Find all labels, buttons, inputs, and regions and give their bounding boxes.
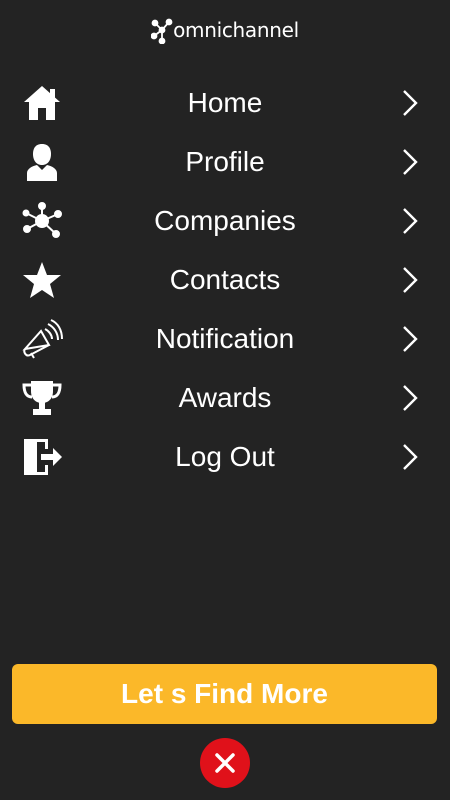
find-more-button[interactable]: Let s Find More	[12, 664, 437, 724]
menu-item-label: Profile	[185, 145, 265, 177]
menu-item-label: Log Out	[175, 440, 275, 472]
chevron-right-icon	[403, 148, 418, 175]
menu-item-logout[interactable]: Log Out	[0, 427, 450, 486]
chevron-right-icon	[403, 443, 418, 470]
menu-item-label: Companies	[154, 204, 296, 236]
menu-item-label: Contacts	[169, 263, 281, 295]
chevron-right-icon	[403, 207, 418, 234]
menu-item-companies[interactable]: Companies	[0, 191, 450, 250]
side-menu-screen: omnichannel Home Profile Companies Conta…	[0, 0, 450, 800]
chevron-right-icon	[403, 266, 418, 293]
network-nodes-icon	[151, 18, 173, 44]
chevron-right-icon	[403, 384, 418, 411]
close-icon	[215, 753, 235, 773]
menu-item-awards[interactable]: Awards	[0, 368, 450, 427]
menu-item-notification[interactable]: Notification	[0, 309, 450, 368]
logo-text: omnichannel	[173, 18, 299, 42]
menu-item-contacts[interactable]: Contacts	[0, 250, 450, 309]
menu-item-label: Home	[187, 86, 263, 118]
close-button[interactable]	[200, 738, 250, 788]
chevron-right-icon	[403, 325, 418, 352]
menu-item-profile[interactable]: Profile	[0, 132, 450, 191]
app-logo: omnichannel	[0, 12, 450, 48]
side-menu: Home Profile Companies Contacts Notifica…	[0, 73, 450, 486]
menu-item-label: Notification	[155, 322, 295, 354]
menu-item-label: Awards	[178, 381, 272, 413]
menu-item-home[interactable]: Home	[0, 73, 450, 132]
chevron-right-icon	[403, 89, 418, 116]
